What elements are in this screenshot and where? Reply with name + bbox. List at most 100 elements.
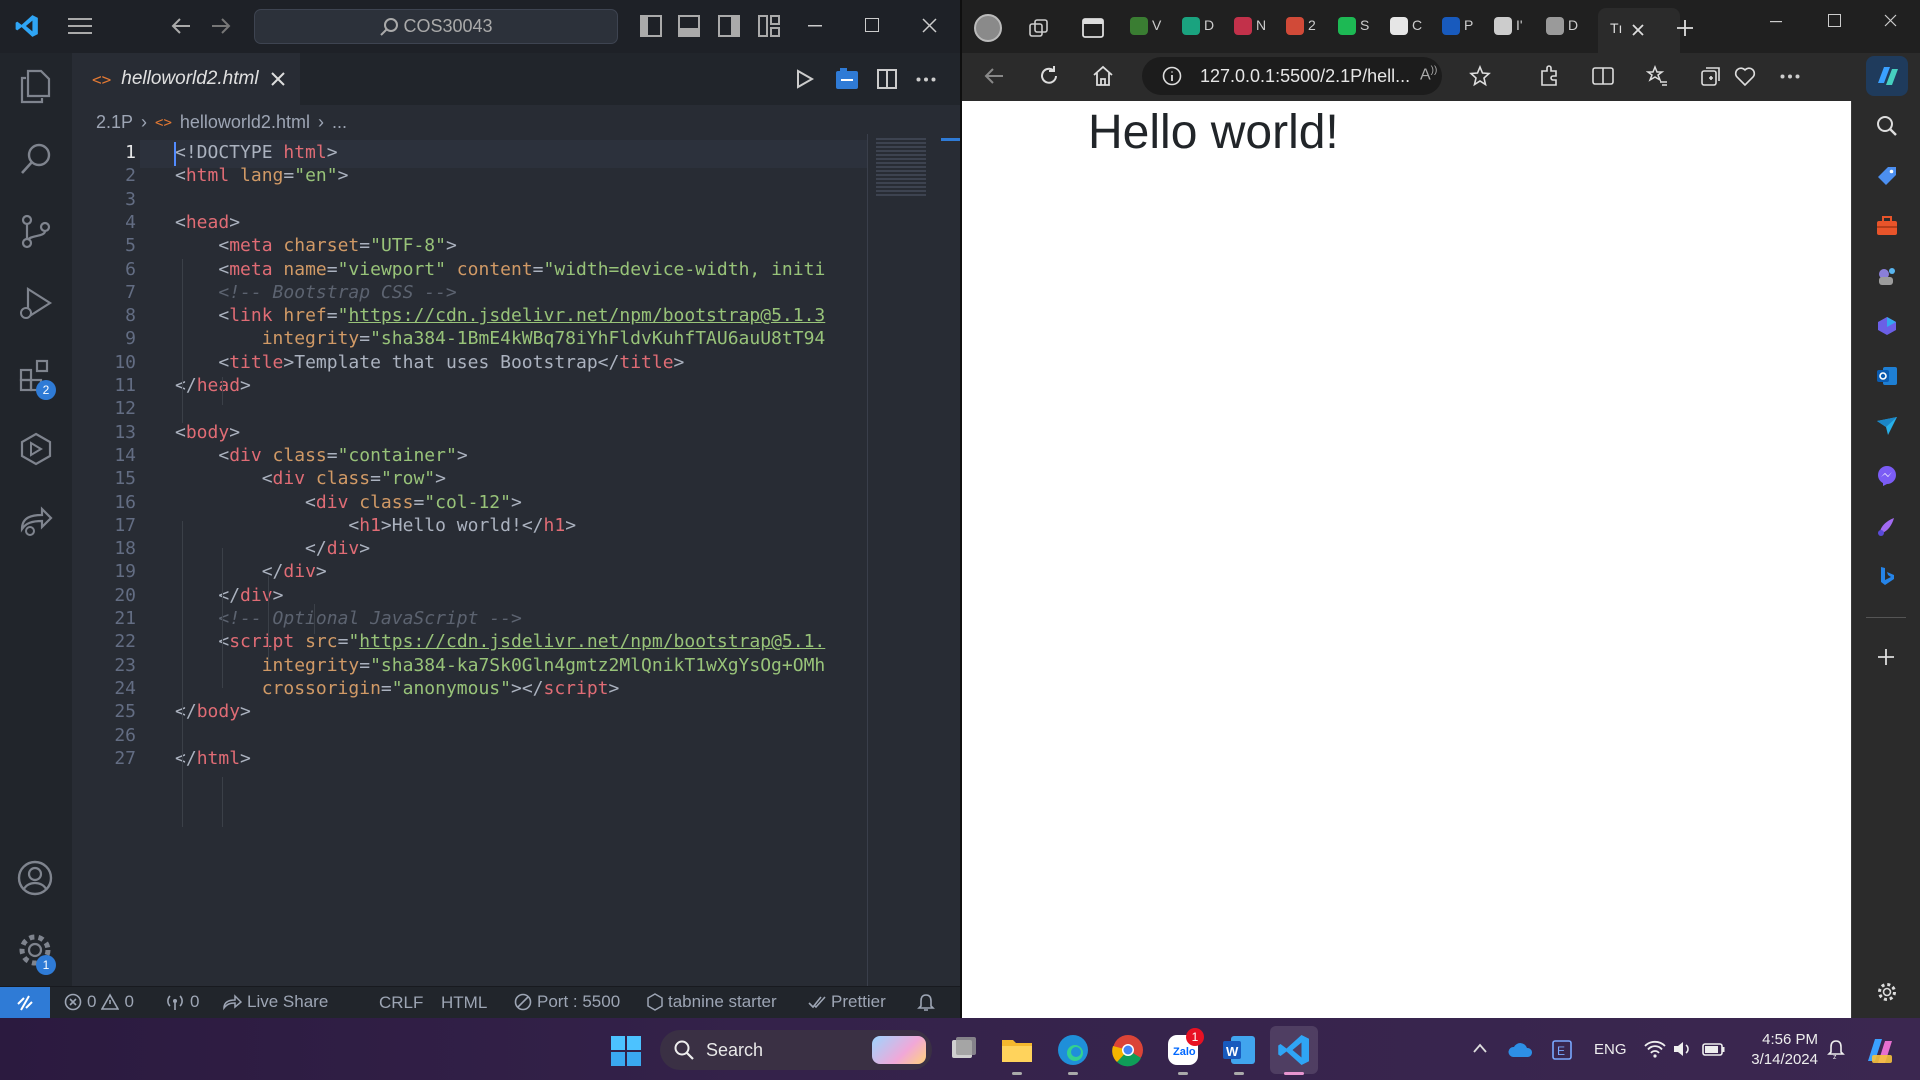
explorer-icon[interactable] <box>18 68 54 104</box>
battery-icon[interactable] <box>1702 1041 1726 1057</box>
tab-favicon-icon[interactable] <box>1234 17 1252 35</box>
notifications-bell-icon[interactable] <box>917 993 935 1013</box>
source-control-icon[interactable] <box>18 213 54 249</box>
eol-indicator[interactable]: CRLF <box>379 993 423 1013</box>
split-editor-icon[interactable] <box>877 69 897 89</box>
remote-indicator[interactable] <box>0 987 50 1018</box>
volume-icon[interactable] <box>1672 1040 1692 1058</box>
taskbar-search[interactable]: Search <box>660 1030 932 1070</box>
notification-center-icon[interactable]: z <box>1826 1039 1846 1061</box>
copilot-icon[interactable] <box>1866 56 1908 96</box>
bing-icon[interactable] <box>1876 565 1898 587</box>
task-view-icon[interactable] <box>945 1032 981 1068</box>
problems-indicator[interactable]: 0 0 <box>64 992 134 1012</box>
add-favorite-star-icon[interactable] <box>1469 65 1491 87</box>
tab-favicon-icon[interactable] <box>1130 17 1148 35</box>
toggle-panel-icon[interactable] <box>678 15 700 37</box>
outlook-icon[interactable] <box>1876 365 1898 387</box>
command-search-box[interactable]: COS30043 <box>254 9 618 44</box>
browser-essentials-icon[interactable] <box>1734 65 1756 87</box>
tab-favicon-icon[interactable] <box>1390 17 1408 35</box>
accounts-icon[interactable] <box>16 859 54 897</box>
ime-icon[interactable]: E <box>1552 1040 1572 1060</box>
drop-send-icon[interactable] <box>1876 415 1898 437</box>
live-share-status[interactable]: Live Share <box>222 992 328 1012</box>
word-icon[interactable]: W <box>1221 1032 1257 1068</box>
forward-arrow-icon[interactable] <box>210 15 232 37</box>
back-arrow-icon[interactable] <box>983 65 1005 87</box>
tools-briefcase-icon[interactable] <box>1876 215 1898 237</box>
sidebar-search-icon[interactable] <box>1876 115 1898 137</box>
site-info-icon[interactable] <box>1162 66 1182 86</box>
toggle-sidebar-icon[interactable] <box>640 15 662 37</box>
run-debug-icon[interactable] <box>18 285 54 321</box>
address-bar[interactable]: 127.0.0.1:5500/2.1P/hell... A)) <box>1142 57 1442 95</box>
more-options-icon[interactable] <box>1780 74 1800 79</box>
editor-tab-active[interactable]: <> helloworld2.html <box>72 53 300 105</box>
breadcrumb-folder[interactable]: 2.1P <box>96 112 133 133</box>
close-window-icon[interactable] <box>1884 14 1897 27</box>
search-activity-icon[interactable] <box>18 141 54 177</box>
language-mode[interactable]: HTML <box>441 993 487 1013</box>
remote-explorer-icon[interactable] <box>18 431 54 467</box>
new-tab-icon[interactable] <box>1676 19 1694 37</box>
tab-favicon-icon[interactable] <box>1442 17 1460 35</box>
open-preview-icon[interactable] <box>835 68 859 90</box>
close-tab-icon[interactable] <box>270 72 285 86</box>
profile-avatar[interactable] <box>974 14 1002 42</box>
add-sidebar-app-icon[interactable] <box>1877 648 1895 666</box>
tab-favicon-icon[interactable] <box>1546 17 1564 35</box>
clock[interactable]: 4:56 PM 3/14/2024 <box>1740 1030 1818 1070</box>
vertical-scrollbar[interactable] <box>941 134 960 986</box>
edge-browser-icon[interactable] <box>1055 1032 1091 1068</box>
copilot-taskbar-icon[interactable] <box>1864 1035 1896 1065</box>
toggle-secondary-sidebar-icon[interactable] <box>718 15 740 37</box>
shopping-tag-icon[interactable] <box>1876 165 1898 187</box>
maximize-icon[interactable] <box>1828 14 1841 27</box>
wifi-icon[interactable] <box>1644 1040 1666 1058</box>
tab-favicon-icon[interactable] <box>1286 17 1304 35</box>
vertical-tabs-icon[interactable] <box>1082 18 1104 38</box>
run-icon[interactable] <box>795 69 815 89</box>
home-icon[interactable] <box>1092 65 1114 87</box>
tab-favicon-icon[interactable] <box>1338 17 1356 35</box>
games-icon[interactable] <box>1876 265 1898 287</box>
customize-layout-icon[interactable] <box>758 15 780 37</box>
vscode-taskbar-icon[interactable] <box>1276 1032 1312 1068</box>
minimap[interactable] <box>867 134 939 986</box>
live-share-icon[interactable] <box>18 503 54 539</box>
minimize-icon[interactable] <box>1770 21 1782 23</box>
split-screen-icon[interactable] <box>1592 65 1614 87</box>
extensions-puzzle-icon[interactable] <box>1538 65 1560 87</box>
tab-favicon-icon[interactable] <box>1494 17 1512 35</box>
designer-icon[interactable] <box>1876 515 1898 537</box>
prettier-status[interactable]: Prettier <box>808 992 886 1012</box>
more-actions-icon[interactable] <box>916 77 936 82</box>
back-arrow-icon[interactable] <box>170 15 192 37</box>
tab-favicon-icon[interactable] <box>1182 17 1200 35</box>
refresh-icon[interactable] <box>1038 65 1060 87</box>
chrome-icon[interactable] <box>1110 1032 1146 1068</box>
microsoft-365-icon[interactable] <box>1876 315 1898 337</box>
input-language[interactable]: ENG <box>1594 1041 1627 1058</box>
read-aloud-icon[interactable]: A)) <box>1420 65 1437 84</box>
favorites-icon[interactable] <box>1646 65 1668 87</box>
close-window-icon[interactable] <box>922 18 937 33</box>
start-button[interactable] <box>611 1036 641 1066</box>
messenger-icon[interactable] <box>1876 465 1898 487</box>
breadcrumb-more[interactable]: ... <box>332 112 347 133</box>
collections-icon[interactable] <box>1700 65 1722 87</box>
sidebar-settings-gear-icon[interactable] <box>1876 981 1898 1003</box>
workspaces-icon[interactable] <box>1028 18 1050 40</box>
menu-icon[interactable] <box>68 16 92 36</box>
breadcrumb-file[interactable]: helloworld2.html <box>180 112 310 133</box>
minimize-icon[interactable] <box>808 25 822 27</box>
show-hidden-icons-chevron-icon[interactable] <box>1472 1042 1488 1054</box>
onedrive-icon[interactable] <box>1507 1040 1533 1058</box>
live-server-port[interactable]: Port : 5500 <box>514 992 620 1012</box>
file-explorer-icon[interactable] <box>999 1032 1035 1068</box>
maximize-icon[interactable] <box>865 18 879 32</box>
tabnine-status[interactable]: tabnine starter <box>647 992 777 1012</box>
ports-indicator[interactable]: 0 <box>165 992 199 1012</box>
web-page[interactable]: Hello world! <box>962 101 1851 1018</box>
